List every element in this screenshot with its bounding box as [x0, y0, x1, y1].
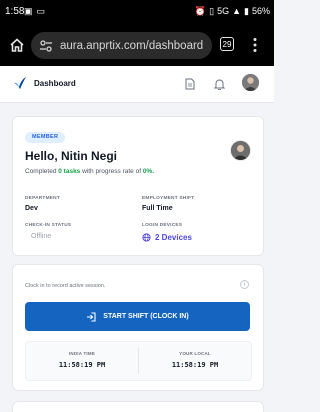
progress-rate: 0%. [142, 168, 155, 175]
india-time-value: 11:58:19 PM [58, 361, 106, 369]
page-title: Dashboard [34, 79, 76, 88]
task-count: 0 tasks [58, 168, 81, 175]
app-logo-icon[interactable] [13, 76, 27, 90]
devices-icon [142, 233, 151, 242]
shift-label: EMPLOYMENT SHIFT [142, 196, 195, 201]
battery-icon: ▮ [244, 6, 249, 16]
screen-icon: ▭ [36, 6, 46, 16]
info-icon[interactable]: i [240, 280, 249, 289]
clock-in-card: Clock in to record active session. i STA… [12, 264, 264, 391]
department-value: Dev [25, 205, 38, 212]
notification-icon: ▣ [24, 6, 33, 16]
devices-label: LOGIN DEVICES [142, 223, 183, 228]
alarm-icon: ⏰ [194, 6, 207, 16]
india-time-label: INDIA TIME [68, 351, 96, 356]
tab-switcher-button[interactable]: 29 [220, 37, 234, 51]
department-label: DEPARTMENT [25, 196, 60, 201]
time-panel: INDIA TIME 11:58:19 PM YOUR LOCAL 11:58:… [25, 341, 252, 381]
network-label: 5G [217, 6, 230, 16]
login-devices-link[interactable]: 2 Devices [142, 233, 192, 242]
tab-count: 29 [222, 39, 232, 49]
status-time: 1:58 [5, 6, 25, 17]
status-bar: 1:58 ▣ ▭ ⏰ ▯ 5G ▲ ▮ 56% [0, 0, 274, 24]
bell-icon[interactable] [214, 78, 225, 90]
site-settings-icon[interactable] [39, 39, 53, 53]
start-shift-button[interactable]: START SHIFT (CLOCK IN) [25, 302, 250, 331]
local-time-block: YOUR LOCAL 11:58:19 PM [139, 342, 251, 380]
user-avatar[interactable] [242, 74, 259, 91]
local-time-value: 11:58:19 PM [171, 361, 219, 369]
login-arrow-icon [87, 311, 96, 322]
next-card-edge [12, 401, 264, 412]
url-text: aura.anprtix.com/dashboard [60, 39, 204, 52]
app-header: Dashboard [0, 66, 274, 103]
checkin-value: Offline [31, 233, 52, 240]
start-shift-label: START SHIFT (CLOCK IN) [103, 313, 189, 320]
checkin-label: CHECK-IN STATUS [25, 223, 72, 228]
task-summary: Completed 0 tasks with progress rate of … [25, 168, 154, 175]
shift-value: Full Time [142, 205, 173, 212]
summary-prefix: Completed [25, 168, 57, 175]
clock-in-hint: Clock in to record active session. [25, 283, 106, 289]
role-badge: MEMBER [25, 132, 66, 143]
india-time-block: INDIA TIME 11:58:19 PM [26, 342, 138, 380]
battery-level: 56% [251, 6, 270, 16]
overflow-menu-icon[interactable] [252, 37, 258, 53]
profile-card: MEMBER Hello, Nitin Negi Completed 0 tas… [12, 116, 264, 256]
summary-middle: with progress rate of [82, 168, 141, 175]
address-bar[interactable]: aura.anprtix.com/dashboard [31, 32, 212, 59]
browser-toolbar: aura.anprtix.com/dashboard 29 [0, 24, 274, 66]
greeting-heading: Hello, Nitin Negi [25, 149, 118, 163]
home-icon[interactable] [9, 37, 25, 53]
devices-value: 2 Devices [155, 233, 192, 242]
profile-avatar [230, 140, 251, 161]
vibrate-icon: ▯ [209, 6, 215, 16]
document-icon[interactable] [185, 78, 195, 90]
local-time-label: YOUR LOCAL [179, 351, 211, 356]
signal-icon: ▲ [232, 6, 242, 16]
